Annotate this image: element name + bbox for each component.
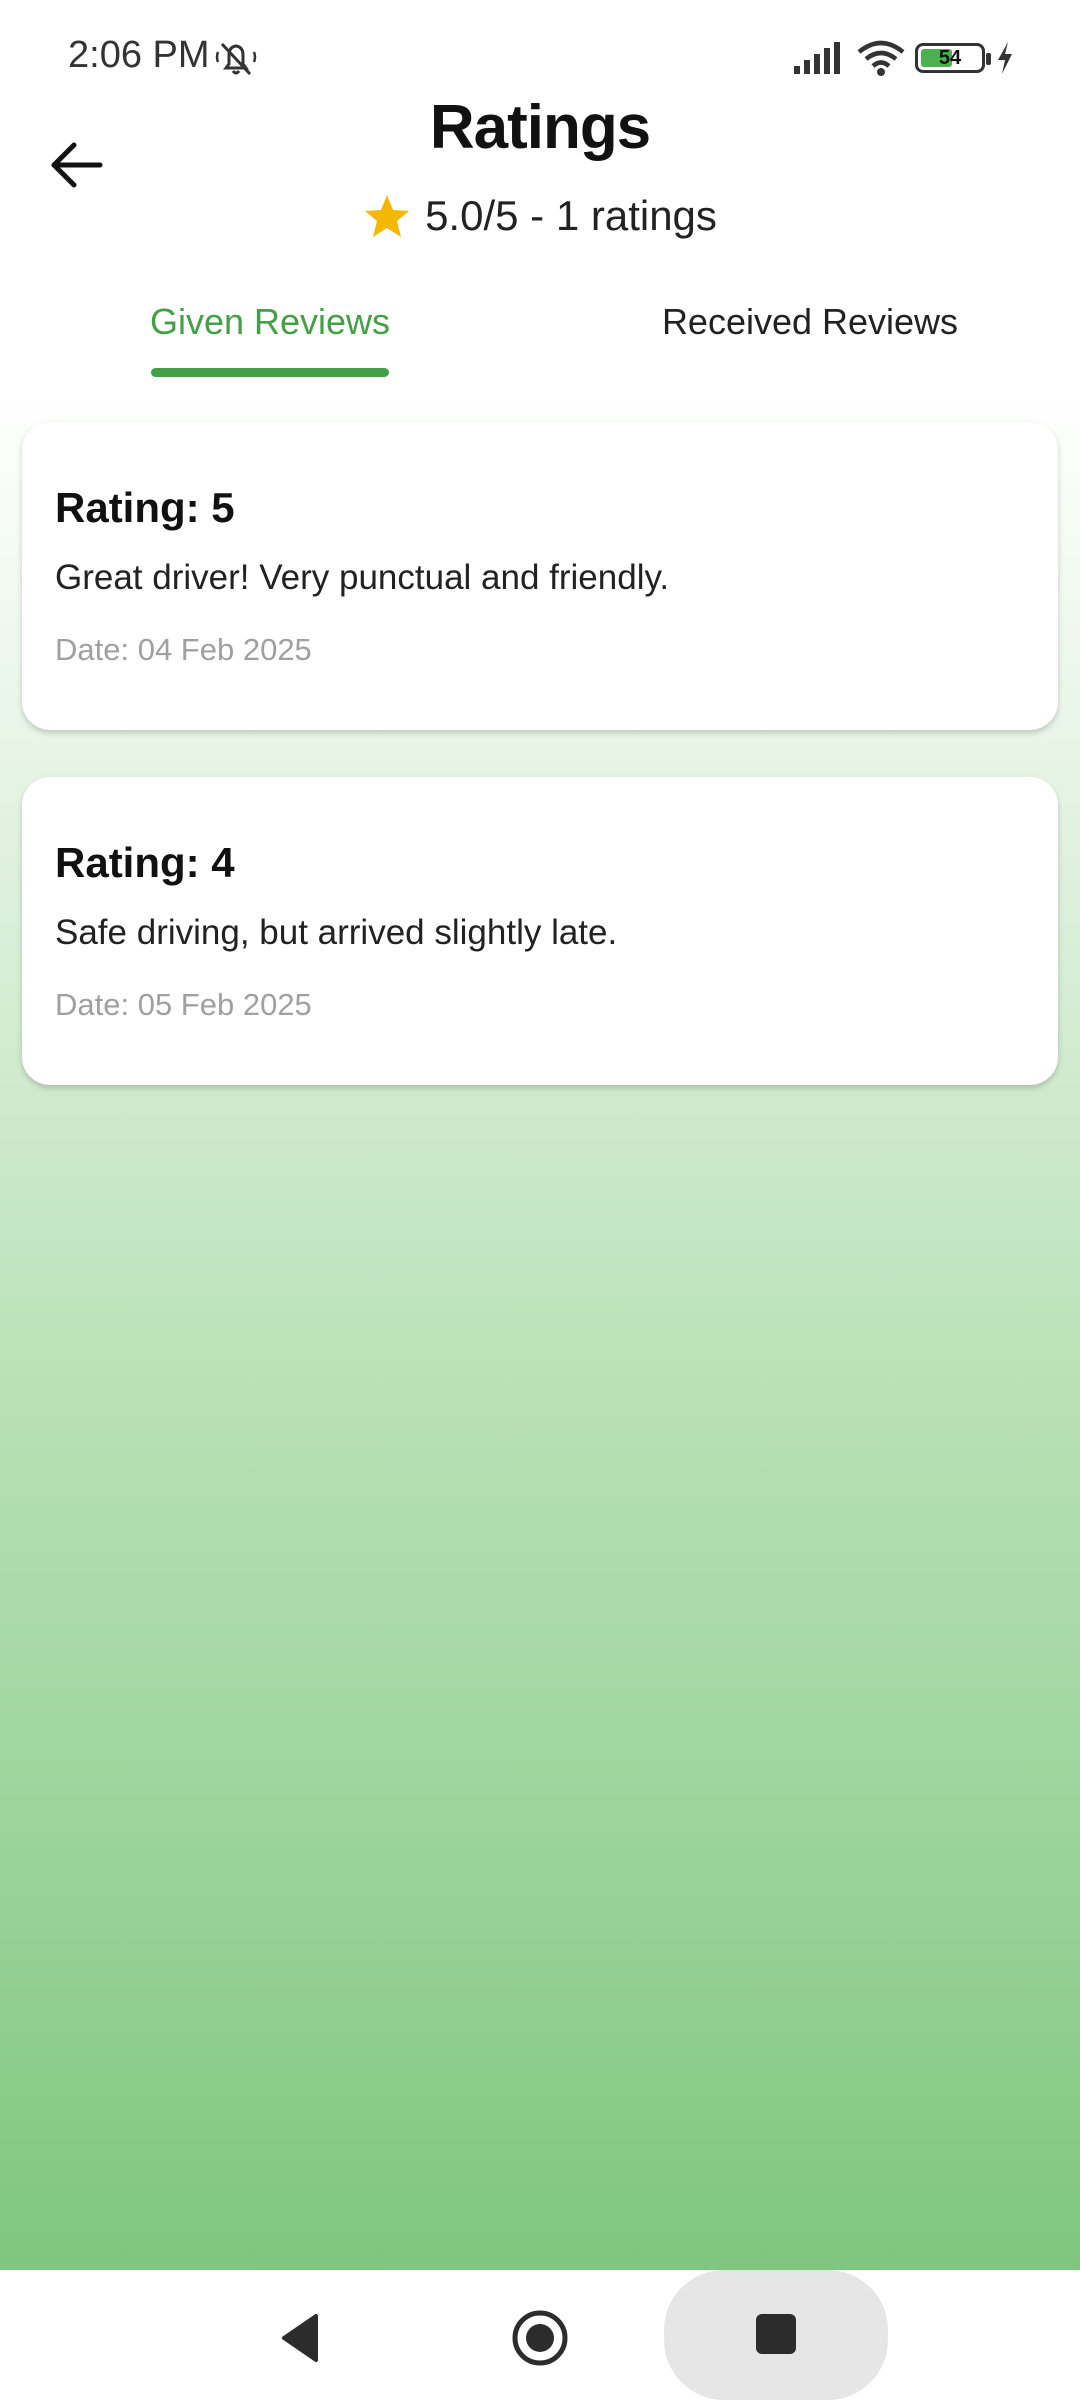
nav-back-icon[interactable] (276, 2312, 328, 2364)
battery-cap (986, 53, 991, 65)
charging-bolt-icon (998, 42, 1012, 74)
review-card[interactable]: Rating: 5 Great driver! Very punctual an… (22, 422, 1058, 730)
page-title: Ratings (429, 93, 651, 162)
nav-home-icon[interactable] (510, 2308, 570, 2368)
rating-summary-text: 5.0/5 - 1 ratings (425, 192, 717, 239)
reviews-list: Rating: 5 Great driver! Very punctual an… (0, 390, 1080, 2270)
review-text: Safe driving, but arrived slightly late. (55, 913, 618, 952)
rating-summary: 5.0/5 - 1 ratings (0, 192, 1080, 240)
battery-level: 54 (938, 47, 962, 69)
active-tab-indicator (151, 368, 389, 377)
star-icon (365, 195, 410, 237)
system-nav-bar (0, 2270, 1080, 2400)
nav-recents-icon (756, 2314, 796, 2354)
review-date: Date: 05 Feb 2025 (55, 987, 312, 1022)
tab-given-reviews[interactable]: Given Reviews (120, 270, 420, 374)
mute-bell-icon (215, 42, 257, 76)
battery-icon: 54 (915, 43, 985, 73)
review-rating: Rating: 4 (55, 839, 235, 886)
review-tabs: Given Reviews Received Reviews (0, 270, 1080, 380)
signal-icon (794, 42, 840, 74)
wifi-icon (857, 40, 905, 76)
review-card[interactable]: Rating: 4 Safe driving, but arrived slig… (22, 777, 1058, 1085)
nav-recents-button[interactable] (664, 2270, 888, 2400)
status-time: 2:06 PM (68, 34, 210, 76)
review-date: Date: 04 Feb 2025 (55, 632, 312, 667)
tab-received-reviews[interactable]: Received Reviews (640, 270, 980, 374)
review-text: Great driver! Very punctual and friendly… (55, 558, 670, 597)
review-rating: Rating: 5 (55, 484, 235, 531)
